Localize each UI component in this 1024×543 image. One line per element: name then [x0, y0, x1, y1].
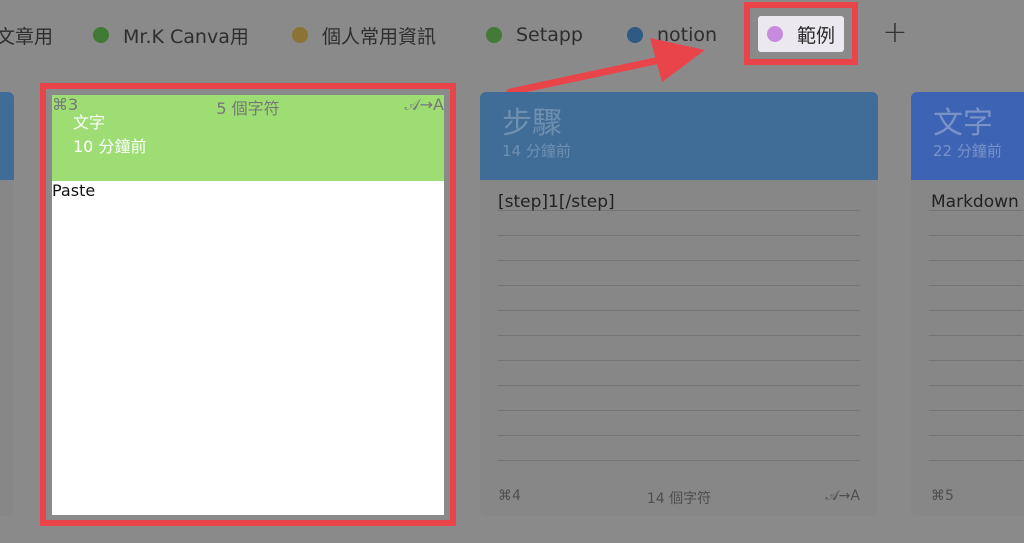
card-content: Markdown — [931, 192, 1019, 212]
tab-label: 範例 — [797, 24, 836, 47]
card-time: 10 分鐘前 — [73, 137, 147, 156]
tab-example[interactable]: 範例 — [758, 16, 844, 52]
card-title: 文字 — [933, 106, 993, 141]
card-footer: ⌘4 14 個字符 𝒜→A — [498, 488, 860, 507]
card-header — [0, 92, 14, 180]
add-tab-button[interactable]: + — [880, 18, 910, 48]
tab-label: Mr.K Canva用 — [123, 25, 249, 48]
tab-mrk-canva[interactable]: Mr.K Canva用 — [93, 22, 249, 48]
card-content: [step]1[/step] — [498, 192, 615, 212]
color-dot-icon — [292, 27, 308, 43]
card-time: 14 分鐘前 — [502, 142, 571, 160]
card-char-count: 5 個字符 — [216, 99, 280, 118]
card-body: Paste ⌘3 5 個字符 𝒜→A — [52, 95, 444, 515]
tab-label: 文章用 — [0, 25, 54, 48]
card-header: 文字 22 分鐘前 — [911, 92, 1024, 180]
card-title: 步驟 — [502, 106, 562, 141]
clipboard-card-selected[interactable]: 文字 10 分鐘前 Paste ⌘3 5 個字符 𝒜→A — [52, 95, 444, 515]
card-body: [step]1[/step] ⌘4 14 個字符 𝒜→A — [480, 180, 878, 516]
card-shortcut: ⌘5 — [931, 488, 954, 504]
active-tab-highlight: 範例 — [744, 2, 858, 65]
tab-label: 個人常用資訊 — [322, 25, 437, 48]
tab-personal-info[interactable]: 個人常用資訊 — [292, 22, 436, 48]
card-partial-left[interactable] — [0, 92, 14, 516]
card-char-count: 14 個字符 — [646, 491, 712, 507]
card-time: 22 分鐘前 — [933, 142, 1002, 160]
clipboard-card-steps[interactable]: 步驟 14 分鐘前 [step]1[/step] ⌘4 14 個字符 𝒜→A — [480, 92, 878, 516]
transform-text-button[interactable]: 𝒜→A — [405, 95, 445, 115]
color-dot-icon — [93, 27, 109, 43]
card-body: Markdown ⌘5 — [911, 180, 1024, 516]
transform-text-button[interactable]: 𝒜→A — [825, 488, 860, 504]
card-footer: ⌘5 — [931, 488, 1023, 506]
clipboard-card-markdown[interactable]: 文字 22 分鐘前 Markdown ⌘5 — [911, 92, 1024, 516]
annotation-arrow-icon — [506, 38, 705, 96]
card-content: Paste — [52, 181, 96, 200]
card-header: 步驟 14 分鐘前 — [480, 92, 878, 180]
color-dot-icon — [767, 26, 783, 42]
tab-articles[interactable]: 文章用 — [0, 22, 53, 48]
